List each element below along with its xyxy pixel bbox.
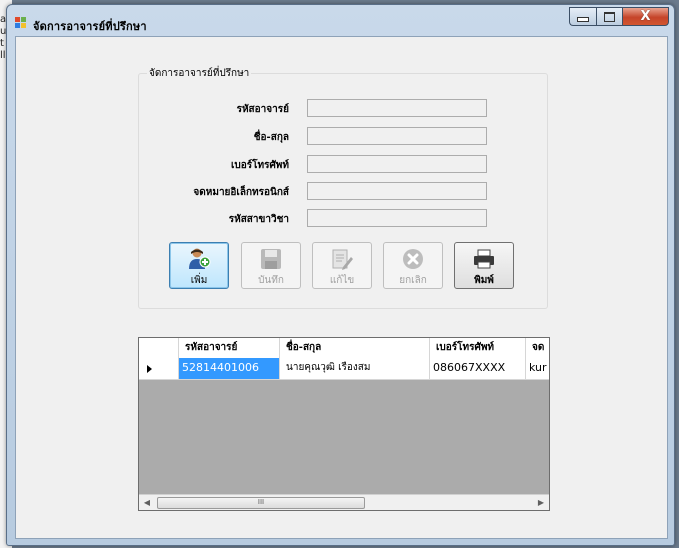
advisor-groupbox: จัดการอาจารย์ที่ปรึกษา รหัสอาจารย์ ชื่อ-… [138,66,548,309]
background-text: ll [0,50,6,61]
minimize-button[interactable] [569,7,596,26]
close-button[interactable]: X [622,7,669,26]
groupbox-title: จัดการอาจารย์ที่ปรึกษา [147,66,252,81]
column-header[interactable]: เบอร์โทรศัพท์ [430,338,526,358]
label-major-id: รหัสสาขาวิชา [228,214,289,225]
print-button[interactable]: พิมพ์ [454,242,514,289]
maximize-icon [604,11,615,22]
current-row-arrow-icon [147,364,152,373]
save-button[interactable]: บันทึก [241,242,301,289]
edit-button-label: แก้ไข [329,275,355,286]
column-header[interactable]: รหัสอาจารย์ [179,338,280,358]
minimize-icon [577,17,589,22]
label-advisor-id: รหัสอาจารย์ [236,104,289,115]
save-icon [259,247,283,271]
table-cell[interactable]: 52814401006 [179,358,280,379]
add-button[interactable]: เพิ่ม [169,242,229,289]
add-button-label: เพิ่ม [190,275,208,286]
save-button-label: บันทึก [258,275,284,286]
horizontal-scrollbar[interactable]: ◀ III ▶ [139,494,549,510]
window-title: จัดการอาจารย์ที่ปรึกษา [33,20,147,33]
maximize-button[interactable] [596,7,622,26]
label-name: ชื่อ-สกุล [253,132,289,143]
label-phone: เบอร์โทรศัพท์ [230,160,289,171]
print-button-label: พิมพ์ [474,275,494,286]
window-controls: X [569,7,669,26]
major-id-input[interactable] [307,209,487,227]
edit-icon [330,247,354,271]
cancel-button-label: ยกเลิก [399,275,427,286]
column-header[interactable]: จด [526,338,549,358]
close-icon: X [640,9,651,24]
table-cell[interactable]: นายคุณวุฒิ เรืองสม [280,358,430,379]
scroll-left-icon[interactable]: ◀ [139,495,155,510]
printer-icon [472,247,496,271]
table-cell[interactable]: kur [526,358,549,379]
label-email: จดหมายอิเล็กทรอนิกส์ [193,187,289,198]
phone-input[interactable] [307,155,487,173]
table-row[interactable]: 52814401006 นายคุณวุฒิ เรืองสม 086067XXX… [139,358,549,380]
name-input[interactable] [307,127,487,145]
advisor-data-grid[interactable]: รหัสอาจารย์ ชื่อ-สกุล เบอร์โทรศัพท์ จด 5… [138,337,550,511]
table-cell[interactable]: 086067XXXX [430,358,526,379]
app-icon[interactable] [15,17,26,28]
background-text: t [0,38,4,49]
add-user-icon [187,247,211,271]
column-header[interactable]: ชื่อ-สกุล [280,338,430,358]
scroll-right-icon[interactable]: ▶ [533,495,549,510]
edit-button[interactable]: แก้ไข [312,242,372,289]
scroll-thumb[interactable]: III [157,497,365,509]
title-bar[interactable]: จัดการอาจารย์ที่ปรึกษา X [7,5,674,37]
main-window: จัดการอาจารย์ที่ปรึกษา X จัดการอาจารย์ที… [6,4,675,546]
row-header[interactable] [139,358,179,379]
grid-header: รหัสอาจารย์ ชื่อ-สกุล เบอร์โทรศัพท์ จด [139,338,549,359]
form-client-area: จัดการอาจารย์ที่ปรึกษา รหัสอาจารย์ ชื่อ-… [15,36,668,539]
cancel-button[interactable]: ยกเลิก [383,242,443,289]
advisor-id-input[interactable] [307,99,487,117]
row-header-corner [139,338,179,358]
cancel-icon [401,247,425,271]
email-input[interactable] [307,182,487,200]
